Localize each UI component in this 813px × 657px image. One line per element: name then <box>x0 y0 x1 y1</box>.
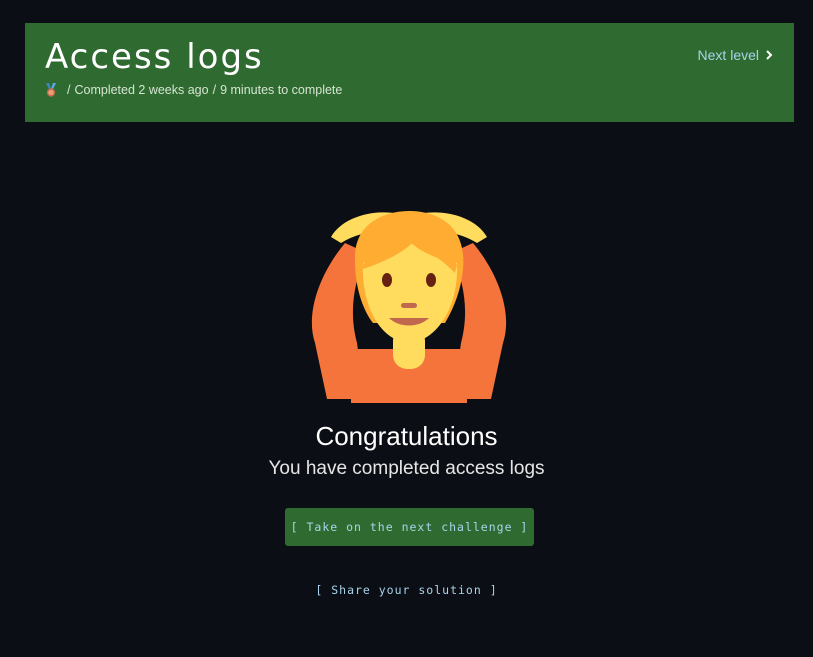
completion-duration: 9 minutes to complete <box>220 83 343 97</box>
next-challenge-button[interactable]: [ Take on the next challenge ] <box>285 508 534 546</box>
next-level-label: Next level <box>697 47 759 63</box>
level-header: Access logs / Completed 2 weeks ago / 9 … <box>25 23 794 122</box>
meta-separator: / <box>212 83 217 97</box>
next-level-link[interactable]: Next level <box>698 47 774 63</box>
chevron-right-icon <box>766 50 773 60</box>
medal-icon <box>46 83 56 97</box>
completed-time: Completed 2 weeks ago <box>74 83 209 97</box>
page-title: Access logs <box>45 37 264 77</box>
share-solution-link[interactable]: [ Share your solution ] <box>0 583 813 597</box>
congratulations-heading: Congratulations <box>315 421 498 451</box>
person-gesturing-ok-emoji <box>311 211 507 403</box>
completion-meta: / Completed 2 weeks ago / 9 minutes to c… <box>44 83 342 97</box>
completion-message: You have completed access logs <box>268 458 545 479</box>
meta-separator: / <box>67 83 71 97</box>
